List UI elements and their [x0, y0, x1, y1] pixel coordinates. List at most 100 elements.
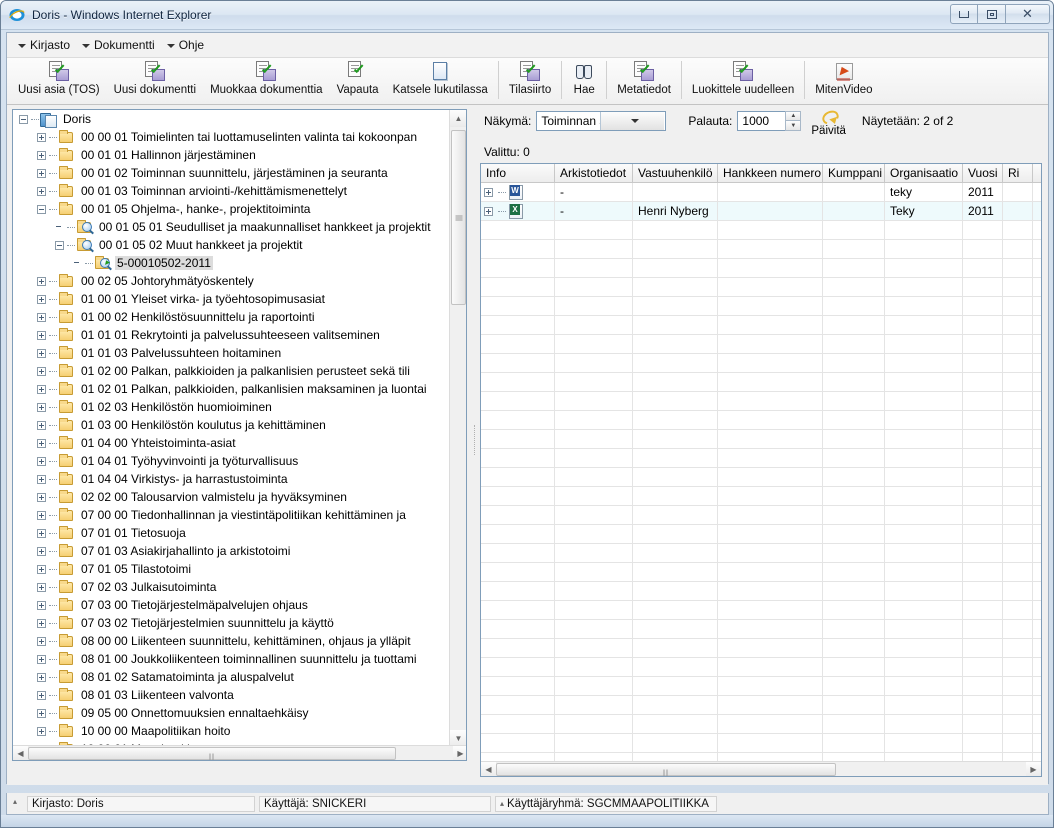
tree-node[interactable]: 5-00010502-2011 — [13, 254, 450, 272]
tree-node[interactable]: 00 01 05 Ohjelma-, hanke-, projektitoimi… — [13, 200, 450, 218]
toolbar-button-mitenvideo[interactable]: MitenVideo — [808, 58, 879, 103]
scroll-right-button[interactable]: ▶ — [453, 745, 466, 760]
tree-node[interactable]: 10 00 00 Maapolitiikan hoito — [13, 722, 450, 740]
expand-icon[interactable] — [37, 348, 46, 358]
expand-icon[interactable] — [37, 474, 46, 484]
tree-node[interactable]: 01 00 02 Henkilöstösuunnittelu ja raport… — [13, 308, 450, 326]
grid-column-header[interactable]: Vuosi — [963, 164, 1003, 182]
tree-vertical-scrollbar[interactable]: ▲ ▼ — [449, 110, 466, 747]
chevron-down-icon[interactable] — [600, 112, 665, 130]
expand-icon[interactable] — [37, 690, 46, 700]
grid-column-header[interactable]: Vastuuhenkilö — [633, 164, 718, 182]
tree-node[interactable]: 01 03 00 Henkilöstön koulutus ja kehittä… — [13, 416, 450, 434]
menu-item-ohje[interactable]: Ohje — [164, 36, 213, 54]
scroll-thumb[interactable] — [451, 130, 466, 305]
expand-icon[interactable] — [484, 187, 493, 197]
expand-icon[interactable] — [37, 582, 46, 592]
restore-input[interactable]: 1000 — [737, 111, 786, 131]
scroll-right-button[interactable]: ▶ — [1026, 761, 1041, 776]
stepper-down-button[interactable]: ▼ — [785, 121, 802, 131]
tree-node[interactable]: 01 01 03 Palvelussuhteen hoitaminen — [13, 344, 450, 362]
expand-icon[interactable] — [37, 312, 46, 322]
tree-node[interactable]: 08 00 00 Liikenteen suunnittelu, kehittä… — [13, 632, 450, 650]
tree-node[interactable]: 00 02 05 Johtoryhmätyöskentely — [13, 272, 450, 290]
expand-icon[interactable] — [37, 708, 46, 718]
tree-node[interactable]: 00 01 05 02 Muut hankkeet ja projektit — [13, 236, 450, 254]
expand-icon[interactable] — [37, 402, 46, 412]
toolbar-button-uusi-asia[interactable]: Uusi asia (TOS) — [11, 58, 107, 103]
tree-node[interactable]: 09 05 00 Onnettomuuksien ennaltaehkäisy — [13, 704, 450, 722]
scroll-thumb[interactable] — [28, 746, 396, 760]
classification-tree[interactable]: Doris 00 00 01 Toimielinten tai luottamus… — [12, 109, 467, 761]
grid-column-header[interactable]: Info — [481, 164, 555, 182]
tree-node[interactable]: 07 01 03 Asiakirjahallinto ja arkistotoi… — [13, 542, 450, 560]
expand-icon[interactable] — [484, 206, 493, 216]
expand-icon[interactable] — [37, 528, 46, 538]
stepper-up-button[interactable]: ▲ — [785, 111, 802, 121]
grid-column-header[interactable]: Hankkeen numero — [718, 164, 823, 182]
maximize-button[interactable] — [978, 4, 1006, 24]
tree-node[interactable]: 01 01 01 Rekrytointi ja palvelussuhteese… — [13, 326, 450, 344]
tree-node[interactable]: 01 04 04 Virkistys- ja harrastustoiminta — [13, 470, 450, 488]
expand-icon[interactable] — [37, 618, 46, 628]
tree-node[interactable]: 07 03 02 Tietojärjestelmien suunnittelu … — [13, 614, 450, 632]
refresh-button[interactable]: Päivitä — [811, 109, 846, 137]
restore-stepper[interactable]: 1000 ▲ ▼ — [737, 111, 802, 131]
toolbar-button-katsele-lukutilassa[interactable]: Katsele lukutilassa — [386, 58, 495, 103]
tree-node[interactable]: 00 01 01 Hallinnon järjestäminen — [13, 146, 450, 164]
close-button[interactable]: ✕ — [1006, 4, 1050, 24]
scroll-up-button[interactable]: ▲ — [450, 110, 466, 127]
tree-node[interactable]: 00 00 01 Toimielinten tai luottamuselint… — [13, 128, 450, 146]
tree-node[interactable]: 01 04 00 Yhteistoiminta-asiat — [13, 434, 450, 452]
expand-icon[interactable] — [37, 186, 46, 196]
tree-node[interactable]: 00 01 05 01 Seudulliset ja maakunnallise… — [13, 218, 450, 236]
expand-icon[interactable] — [37, 636, 46, 646]
tree-node[interactable]: 07 01 01 Tietosuoja — [13, 524, 450, 542]
tree-node[interactable]: 01 02 00 Palkan, palkkioiden ja palkanli… — [13, 362, 450, 380]
expand-icon[interactable] — [37, 384, 46, 394]
toolbar-button-luokittele-uudelleen[interactable]: Luokittele uudelleen — [685, 58, 801, 103]
expand-icon[interactable] — [37, 456, 46, 466]
toolbar-button-metatiedot[interactable]: Metatiedot — [610, 58, 678, 103]
expand-icon[interactable] — [37, 672, 46, 682]
expand-icon[interactable] — [37, 276, 46, 286]
collapse-icon[interactable] — [55, 240, 64, 250]
tree-node[interactable]: 01 04 01 Työhyvinvointi ja työturvallisu… — [13, 452, 450, 470]
minimize-button[interactable] — [950, 4, 978, 24]
expand-icon[interactable] — [37, 600, 46, 610]
tree-node[interactable]: 07 01 05 Tilastotoimi — [13, 560, 450, 578]
expand-icon[interactable] — [37, 420, 46, 430]
grid-column-header[interactable]: Arkistotiedot — [555, 164, 633, 182]
grid-column-header[interactable]: Organisaatio — [885, 164, 963, 182]
expand-icon[interactable] — [37, 726, 46, 736]
expand-icon[interactable] — [37, 564, 46, 574]
expand-icon[interactable] — [37, 510, 46, 520]
tree-node[interactable]: 07 03 00 Tietojärjestelmäpalvelujen ohja… — [13, 596, 450, 614]
tree-node[interactable]: Doris — [13, 110, 450, 128]
tree-node[interactable]: 02 02 00 Talousarvion valmistelu ja hyvä… — [13, 488, 450, 506]
expand-icon[interactable] — [37, 492, 46, 502]
expand-icon[interactable] — [37, 168, 46, 178]
tree-node[interactable]: 01 00 01 Yleiset virka- ja työehtosopimu… — [13, 290, 450, 308]
scroll-thumb[interactable] — [496, 762, 836, 776]
tree-node[interactable]: 08 01 03 Liikenteen valvonta — [13, 686, 450, 704]
collapse-icon[interactable] — [37, 204, 46, 214]
expand-icon[interactable] — [37, 546, 46, 556]
table-row[interactable]: - teky2011 — [481, 183, 1041, 202]
results-grid[interactable]: Info Arkistotiedot Vastuuhenkilö Hankkeen n… — [480, 163, 1042, 777]
grid-horizontal-scrollbar[interactable]: ◀ ▶ — [481, 761, 1041, 776]
expand-icon[interactable] — [37, 654, 46, 664]
expand-icon[interactable] — [37, 294, 46, 304]
collapse-icon[interactable] — [19, 114, 28, 124]
expand-icon[interactable] — [37, 438, 46, 448]
expand-icon[interactable] — [37, 330, 46, 340]
toolbar-button-uusi-dokumentti[interactable]: Uusi dokumentti — [107, 58, 203, 103]
table-row[interactable]: -Henri Nyberg Teky2011 — [481, 202, 1041, 221]
tree-node[interactable]: 07 02 03 Julkaisutoiminta — [13, 578, 450, 596]
grid-column-header[interactable]: Kumppani — [823, 164, 885, 182]
view-select[interactable]: Toiminnan suunnittelu2 — [536, 111, 667, 131]
toolbar-button-vapauta[interactable]: Vapauta — [330, 58, 386, 103]
menu-item-dokumentti[interactable]: Dokumentti — [79, 36, 164, 54]
tree-node[interactable]: 07 00 00 Tiedonhallinnan ja viestintäpol… — [13, 506, 450, 524]
tree-node[interactable]: 00 01 03 Toiminnan arviointi-/kehittämis… — [13, 182, 450, 200]
